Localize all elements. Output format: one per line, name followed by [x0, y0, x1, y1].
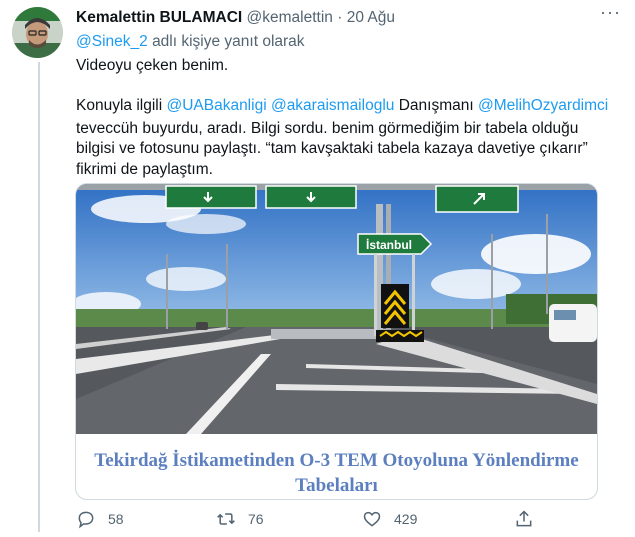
like-count: 429	[394, 511, 418, 527]
share-button[interactable]	[514, 509, 546, 529]
user-handle[interactable]: @kemalettin	[247, 9, 333, 26]
reply-count: 58	[108, 511, 124, 527]
tweet-media[interactable]: İstanbul Tekirdağ İstikametinden O-3 TEM…	[75, 183, 598, 500]
tweet-header: Kemalettin BULAMACI @kemalettin · 20 Ağu	[76, 9, 395, 27]
tweet-date[interactable]: 20 Ağu	[347, 9, 395, 26]
tweet-text-line-1: Videoyu çeken benim.	[76, 57, 229, 74]
avatar[interactable]	[12, 7, 63, 58]
thread-line	[38, 62, 40, 532]
heart-icon	[363, 511, 381, 527]
retweet-icon	[217, 513, 235, 525]
reply-to-suffix: adlı kişiye yanıt olarak	[152, 33, 305, 50]
reply-to-link[interactable]: @Sinek_2	[76, 33, 148, 50]
more-options-icon[interactable]: ···	[600, 2, 621, 23]
tweet-actions: 58 76 429	[0, 504, 635, 534]
reply-icon	[78, 511, 94, 529]
like-button[interactable]: 429	[362, 509, 417, 529]
mention-uabakanligi[interactable]: @UABakanligi	[166, 97, 266, 114]
mention-melihozyardimci[interactable]: @MelihOzyardimci	[478, 97, 608, 114]
istanbul-sign-label: İstanbul	[366, 237, 412, 252]
retweet-button[interactable]: 76	[216, 509, 264, 529]
tweet-text-line-2: Konuyla ilgili @UABakanligi @akaraismail…	[76, 96, 608, 116]
tweet-text-line-3: teveccüh buyurdu, aradı. Bilgi sordu. be…	[76, 120, 579, 137]
tweet-text-line-5: fikrimi de paylaştım.	[76, 161, 213, 178]
reply-context: @Sinek_2 adlı kişiye yanıt olarak	[76, 33, 305, 51]
reply-button[interactable]: 58	[76, 509, 124, 529]
text-segment: Konuyla ilgili	[76, 97, 167, 114]
text-segment: Danışmanı	[394, 97, 478, 114]
display-name[interactable]: Kemalettin BULAMACI	[76, 9, 242, 26]
mention-akaraismailoglu[interactable]: @akaraismailoglu	[271, 97, 394, 114]
tweet-text-line-4: bilgisi ve fotosunu paylaştı. “tam kavşa…	[76, 140, 588, 157]
media-caption-line-2: Tabelaları	[295, 475, 378, 496]
share-icon	[516, 510, 532, 527]
media-caption-line-1: Tekirdağ İstikametinden O-3 TEM Otoyolun…	[94, 450, 579, 471]
retweet-count: 76	[248, 511, 264, 527]
road-photo: İstanbul	[76, 184, 597, 434]
separator-dot: ·	[337, 9, 343, 26]
